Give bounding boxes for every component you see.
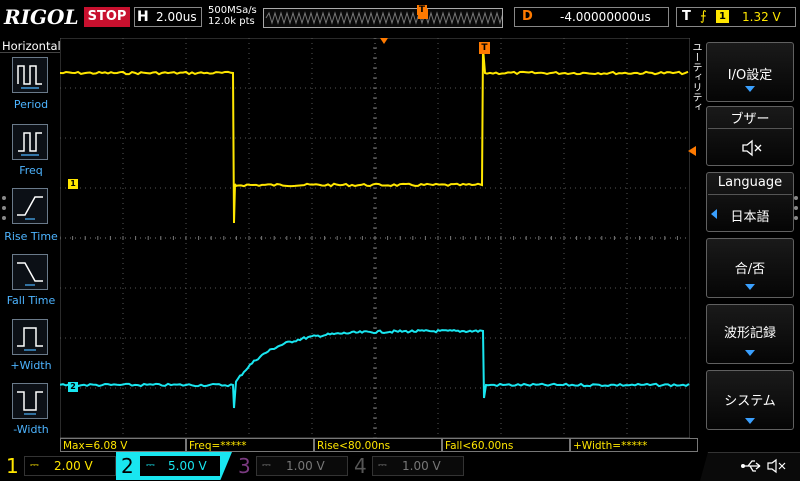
trigger-label: T — [682, 9, 691, 24]
negative-width-label: -Width — [13, 423, 49, 436]
system-label: システム — [724, 394, 776, 409]
measure-positive-width[interactable]: +Width=***** — [570, 438, 698, 452]
io-settings-label: I/O設定 — [727, 68, 773, 83]
chevron-down-icon — [745, 350, 755, 356]
memory-timeline[interactable] — [263, 8, 513, 28]
dc-coupling-icon: ⎓ — [262, 458, 271, 471]
timebase-value: 2.00us — [156, 10, 197, 24]
ch2-scale: 5.00 V — [168, 459, 207, 473]
positive-width-label: +Width — [10, 359, 52, 372]
ch3-number: 3 — [238, 454, 251, 478]
delay-value: -4.00000000us — [560, 10, 651, 24]
timebase-label: H — [137, 9, 149, 25]
ch3-scale: 1.00 V — [286, 459, 325, 473]
pass-fail-label: 合/否 — [734, 262, 766, 277]
dc-coupling-icon: ⎓ — [378, 458, 387, 471]
utility-menu-title: ユーティリティ — [690, 42, 701, 112]
positive-width-icon — [17, 327, 43, 351]
speaker-mute-icon — [767, 458, 786, 474]
measure-fall[interactable]: Fall<60.00ns — [442, 438, 570, 452]
buzzer-label: ブザー — [730, 112, 770, 127]
fall-time-icon — [17, 262, 43, 286]
waveform-record-label: 波形記録 — [723, 326, 776, 341]
trigger-t-marker: T — [479, 42, 490, 54]
period-button[interactable] — [12, 57, 48, 93]
sample-rate: 500MSa/s — [208, 5, 257, 16]
freq-button[interactable] — [12, 124, 48, 160]
memory-depth: 12.0k pts — [208, 16, 255, 27]
rise-time-button[interactable] — [12, 188, 48, 224]
chevron-down-icon — [745, 86, 755, 92]
ch1-offset-marker[interactable]: 1 — [68, 179, 78, 189]
divider — [708, 194, 792, 195]
ch1-number: 1 — [6, 454, 19, 478]
divider — [708, 128, 792, 129]
waveform-display[interactable] — [60, 38, 690, 438]
negative-width-button[interactable] — [12, 383, 48, 419]
ch4-number: 4 — [354, 454, 367, 478]
measure-panel-title: Horizontal — [2, 39, 61, 53]
usb-icon — [741, 460, 761, 472]
measure-freq[interactable]: Freq=***** — [186, 438, 314, 452]
ch2-offset-marker[interactable]: 2 — [68, 382, 78, 392]
language-value: 日本語 — [730, 210, 770, 225]
chevron-down-icon — [745, 418, 755, 424]
brand-logo: RIGOL — [4, 5, 79, 29]
timeline-trigger-marker: T — [417, 5, 427, 15]
ch1-scale: 2.00 V — [54, 459, 93, 473]
ch2-number: 2 — [121, 454, 134, 478]
timeline-wave-icon — [265, 9, 513, 25]
measure-rise[interactable]: Rise<80.00ns — [314, 438, 442, 452]
positive-width-button[interactable] — [12, 319, 48, 355]
rise-time-label: Rise Time — [4, 230, 58, 243]
page-dot — [2, 206, 6, 210]
ch4-scale: 1.00 V — [402, 459, 441, 473]
fall-time-button[interactable] — [12, 254, 48, 290]
dc-coupling-icon: ⎓ — [146, 458, 155, 471]
run-stop-badge[interactable]: STOP — [84, 7, 130, 27]
trigger-source: 1 — [716, 10, 729, 23]
freq-icon — [18, 132, 42, 156]
freq-label: Freq — [19, 164, 43, 177]
language-label: Language — [717, 175, 783, 190]
period-label: Period — [13, 98, 49, 111]
trigger-level: 1.32 V — [742, 10, 781, 24]
trigger-level-marker[interactable] — [688, 146, 696, 156]
rise-time-icon — [17, 196, 43, 220]
measure-max[interactable]: Max=6.08 V — [60, 438, 186, 452]
dc-coupling-icon: ⎓ — [30, 458, 39, 471]
rising-edge-icon: ⨍ — [700, 9, 707, 24]
chevron-down-icon — [745, 284, 755, 290]
period-icon — [17, 65, 42, 89]
delay-label: D — [522, 9, 533, 24]
negative-width-icon — [17, 391, 43, 415]
page-dot — [2, 216, 6, 220]
fall-time-label: Fall Time — [6, 294, 56, 307]
page-dot — [2, 196, 6, 200]
divider — [0, 52, 60, 53]
speaker-mute-icon — [742, 139, 762, 157]
